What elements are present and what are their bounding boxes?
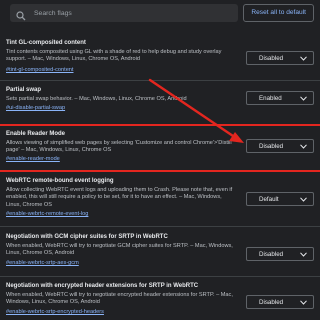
flag-select[interactable]: Enabled [246, 91, 314, 105]
flag-link[interactable]: #enable-webrtc-remote-event-log [6, 211, 88, 217]
flag-title: Enable Reader Mode [6, 131, 66, 137]
divider [0, 276, 320, 277]
flag-select[interactable]: Disabled [246, 51, 314, 65]
flag-link[interactable]: #enable-webrtc-srtp-aes-gcm [6, 260, 79, 266]
flag-link[interactable]: #tint-gl-composited-content [6, 67, 73, 73]
flag-select-value: Default [259, 195, 279, 203]
flag-item: Negotiation with GCM cipher suites for S… [0, 230, 320, 276]
divider [0, 80, 320, 81]
flag-item: Tint GL-composited content Tint contents… [0, 34, 320, 78]
highlight-line-top [0, 124, 320, 126]
divider [0, 226, 320, 227]
flag-select-value: Enabled [259, 94, 282, 102]
flag-item: Partial swap Sets partial swap behavior.… [0, 84, 320, 120]
search-icon [16, 8, 26, 21]
highlight-line-bottom [0, 170, 320, 172]
flag-select[interactable]: Disabled [246, 295, 314, 309]
flag-select-value: Disabled [259, 54, 284, 62]
flag-description: Tint contents composited using GL with a… [6, 49, 222, 63]
flag-select[interactable]: Disabled [246, 139, 314, 153]
chevron-down-icon [300, 299, 307, 305]
flag-select[interactable]: Disabled [246, 247, 314, 261]
chrome-flags-page: Reset all to default Tint GL-composited … [0, 0, 320, 320]
flag-title: Negotiation with GCM cipher suites for S… [6, 234, 168, 240]
chevron-down-icon [300, 143, 307, 149]
flag-title: WebRTC remote-bound event logging [6, 178, 114, 184]
reset-all-button[interactable]: Reset all to default [243, 4, 314, 22]
flag-title: Partial swap [6, 87, 42, 93]
chevron-down-icon [300, 55, 307, 61]
flag-item: Negotiation with encrypted header extens… [0, 280, 320, 320]
flag-title: Tint GL-composited content [6, 40, 86, 46]
flag-select[interactable]: Default [246, 192, 314, 206]
chevron-down-icon [300, 251, 307, 257]
flag-select-value: Disabled [259, 250, 284, 258]
flag-item: WebRTC remote-bound event logging Allow … [0, 174, 320, 226]
flag-description: Sets partial swap behavior. – Mac, Windo… [6, 96, 187, 102]
flag-select-value: Disabled [259, 142, 284, 150]
flag-item: Enable Reader Mode Allows viewing of sim… [0, 128, 320, 172]
flag-link[interactable]: #enable-reader-mode [6, 156, 60, 162]
flag-select-value: Disabled [259, 298, 284, 306]
flag-title: Negotiation with encrypted header extens… [6, 283, 199, 289]
flag-description: When enabled, WebRTC will try to negotia… [6, 243, 233, 257]
chevron-down-icon [300, 95, 307, 101]
chevron-down-icon [300, 196, 307, 202]
top-bar: Reset all to default [0, 0, 320, 28]
flag-description: Allow collecting WebRTC event logs and u… [6, 187, 233, 208]
flag-link[interactable]: #ui-disable-partial-swap [6, 105, 65, 111]
search-box[interactable] [10, 4, 238, 22]
search-input[interactable] [32, 4, 238, 22]
flag-link[interactable]: #enable-webrtc-srtp-encrypted-headers [6, 309, 104, 315]
flag-description: When enabled, WebRTC will try to negotia… [6, 292, 233, 306]
flag-description: Allows viewing of simplified web pages b… [6, 140, 232, 154]
